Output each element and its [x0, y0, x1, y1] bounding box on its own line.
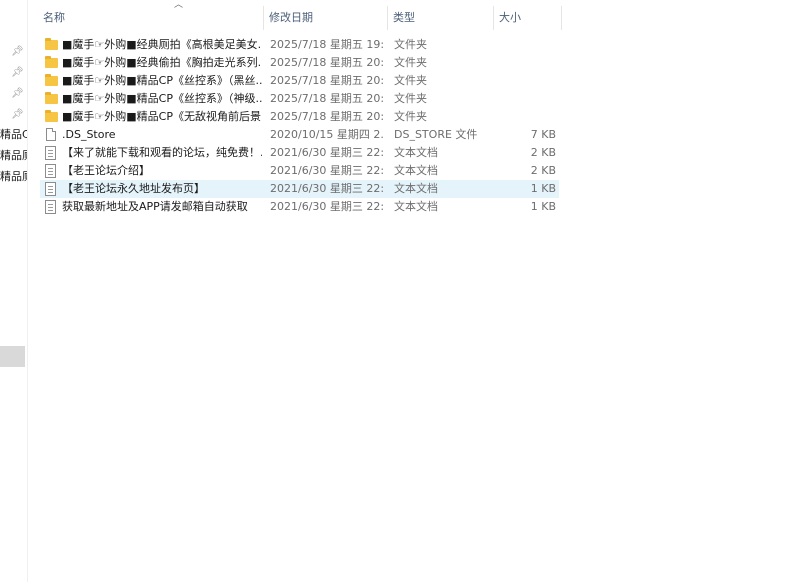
file-name: ■魔手☞外购■精品CP《丝控系》（黑丝... [62, 74, 262, 87]
file-size: 2 KB [530, 146, 556, 159]
file-date: 2025/7/18 星期五 20:... [270, 92, 383, 105]
file-row[interactable]: ■魔手☞外购■精品CP《丝控系》（神级... 2025/7/18 星期五 20:.… [40, 90, 559, 108]
file-date: 2021/6/30 星期三 22:... [270, 182, 383, 195]
pin-icon[interactable]: 📌︎ [11, 88, 24, 100]
column-divider[interactable] [263, 6, 264, 30]
folder-icon [45, 38, 58, 50]
file-row[interactable]: 【老王论坛介绍】 2021/6/30 星期三 22:... 文本文档 2 KB [40, 162, 559, 180]
file-type: 文件夹 [394, 110, 427, 123]
file-type: 文件夹 [394, 56, 427, 69]
file-row[interactable]: ■魔手☞外购■经典偷拍《胸拍走光系列... 2025/7/18 星期五 20:..… [40, 54, 559, 72]
file-name: 【老王论坛永久地址发布页】 [62, 182, 205, 195]
text-file-icon [45, 146, 56, 160]
file-size [500, 108, 556, 126]
file-size [500, 72, 556, 90]
file-row[interactable]: 获取最新地址及APP请发邮箱自动获取 2021/6/30 星期三 22:... 文本… [40, 198, 559, 216]
file-date: 2021/6/30 星期三 22:... [270, 164, 383, 177]
folder-icon [45, 74, 58, 86]
text-file-icon [45, 182, 56, 196]
file-name: 【老王论坛介绍】 [62, 164, 150, 177]
text-file-icon [45, 200, 56, 214]
navigation-pane: 📌︎ 📌︎ 📌︎ 📌︎ 精品CF 精品厕 精品厕 [0, 0, 28, 582]
file-name: ■魔手☞外购■经典偷拍《胸拍走光系列... [62, 56, 262, 69]
file-size: 1 KB [530, 182, 556, 195]
file-size: 7 KB [530, 128, 556, 141]
file-row[interactable]: ■魔手☞外购■经典厕拍《高根美足美女... 2025/7/18 星期五 19:..… [40, 36, 559, 54]
file-size [500, 36, 556, 54]
file-date: 2021/6/30 星期三 22:... [270, 200, 383, 213]
file-row[interactable]: 【来了就能下载和观看的论坛，纯免费！... 2021/6/30 星期三 22:..… [40, 144, 559, 162]
file-row[interactable]: ■魔手☞外购■精品CP《丝控系》（黑丝... 2025/7/18 星期五 20:.… [40, 72, 559, 90]
file-name: .DS_Store [62, 128, 116, 141]
file-size [500, 90, 556, 108]
file-size: 2 KB [530, 164, 556, 177]
pin-icon[interactable]: 📌︎ [11, 67, 24, 79]
file-date: 2025/7/18 星期五 20:... [270, 74, 383, 87]
file-size [500, 54, 556, 72]
file-size: 1 KB [530, 200, 556, 213]
file-type: DS_STORE 文件 [394, 128, 478, 141]
column-divider[interactable] [493, 6, 494, 30]
column-header-name[interactable]: 名称 [43, 0, 263, 34]
file-type: 文本文档 [394, 146, 438, 159]
nav-item-label[interactable]: 精品CF [0, 128, 27, 142]
file-date: 2025/7/18 星期五 20:... [270, 56, 383, 69]
nav-item-label[interactable]: 精品厕 [0, 149, 27, 163]
pin-icon[interactable]: 📌︎ [11, 109, 24, 121]
text-file-icon [45, 164, 56, 178]
file-row[interactable]: ■魔手☞外购■精品CP《无敌视角前后景... 2025/7/18 星期五 20:.… [40, 108, 559, 126]
file-name: ■魔手☞外购■精品CP《无敌视角前后景... [62, 110, 262, 123]
file-name: ■魔手☞外购■精品CP《丝控系》（神级... [62, 92, 262, 105]
file-name: 获取最新地址及APP请发邮箱自动获取 [62, 200, 248, 213]
nav-selected-item[interactable] [0, 346, 25, 367]
folder-icon [45, 110, 58, 122]
file-date: 2021/6/30 星期三 22:... [270, 146, 383, 159]
file-date: 2025/7/18 星期五 19:... [270, 38, 383, 51]
file-row[interactable]: .DS_Store 2020/10/15 星期四 2... DS_STORE 文件 7… [40, 126, 559, 144]
file-type: 文件夹 [394, 92, 427, 105]
column-divider[interactable] [561, 6, 562, 30]
folder-icon [45, 56, 58, 68]
file-type: 文本文档 [394, 182, 438, 195]
file-date: 2020/10/15 星期四 2... [270, 128, 383, 141]
file-type: 文本文档 [394, 164, 438, 177]
folder-icon [45, 92, 58, 104]
file-type: 文件夹 [394, 38, 427, 51]
pin-icon[interactable]: 📌︎ [11, 46, 24, 58]
file-row[interactable]: 【老王论坛永久地址发布页】 2021/6/30 星期三 22:... 文本文档 1 K… [40, 180, 559, 198]
file-date: 2025/7/18 星期五 20:... [270, 110, 383, 123]
file-type: 文件夹 [394, 74, 427, 87]
file-name: ■魔手☞外购■经典厕拍《高根美足美女... [62, 38, 262, 51]
column-header-type[interactable]: 类型 [393, 0, 493, 34]
column-header-date[interactable]: 修改日期 [269, 0, 387, 34]
column-header-size[interactable]: 大小 [499, 0, 559, 34]
file-icon [46, 128, 56, 141]
file-type: 文本文档 [394, 200, 438, 213]
file-name: 【来了就能下载和观看的论坛，纯免费！... [62, 146, 262, 159]
column-header-bar: ︿ 名称 修改日期 类型 大小 [27, 0, 800, 34]
nav-item-label[interactable]: 精品厕 [0, 170, 27, 184]
column-divider[interactable] [387, 6, 388, 30]
